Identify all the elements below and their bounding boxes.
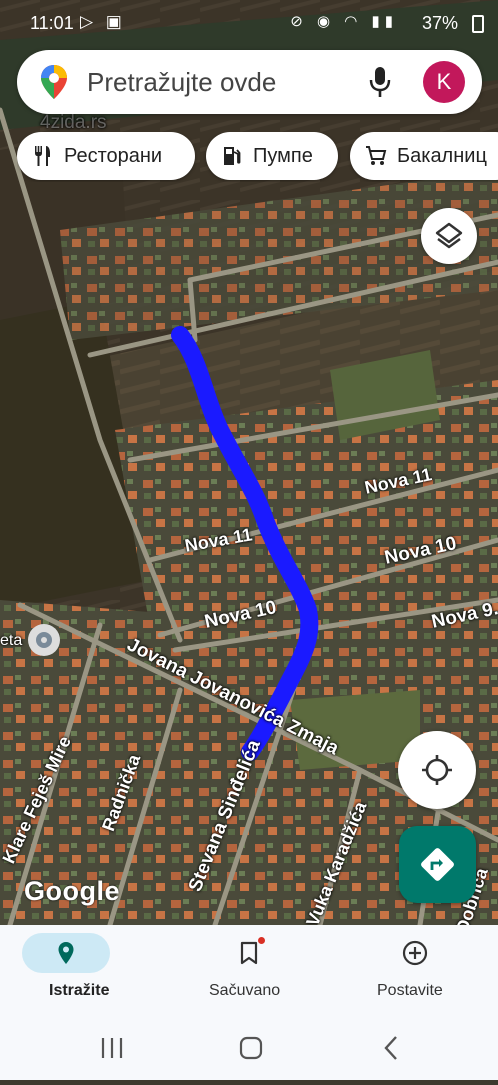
notification-dot — [258, 937, 265, 944]
bottom-navigation: Istražite Sačuvano Postavite — [0, 925, 498, 1028]
fork-knife-icon — [35, 146, 50, 166]
directions-icon — [421, 848, 454, 881]
system-navigation-bar — [0, 1028, 498, 1080]
location-pin-icon — [58, 942, 74, 964]
notification-icons: ▷ ▣ — [80, 12, 126, 31]
signal-icons: ⊘ ◉ ◠ ▮▮ — [290, 13, 398, 30]
directions-button[interactable] — [399, 826, 476, 903]
maps-logo-icon — [41, 65, 67, 99]
search-input[interactable]: Pretražujte ovde — [87, 67, 276, 98]
tab-label: Istražite — [49, 982, 110, 999]
gas-pump-icon — [224, 147, 241, 165]
place-label: eta — [0, 632, 23, 649]
layers-icon — [435, 222, 463, 249]
watermark: 4zida.rs — [40, 112, 107, 133]
tab-contribute[interactable]: Postavite — [332, 925, 498, 1028]
home-icon[interactable] — [239, 1036, 263, 1060]
recents-icon[interactable] — [101, 1038, 123, 1058]
category-chips: Ресторани Пумпе Бакалниц — [17, 132, 498, 182]
status-bar: 11:01 ▷ ▣ ⊘ ◉ ◠ ▮▮ 37% — [0, 0, 498, 48]
chip-label: Ресторани — [64, 145, 163, 167]
back-icon[interactable] — [384, 1036, 397, 1060]
place-marker-icon[interactable] — [28, 624, 60, 656]
my-location-button[interactable] — [398, 731, 476, 809]
chip-label: Пумпе — [253, 145, 313, 167]
battery-level: 37% — [421, 13, 458, 33]
battery-icon — [472, 15, 484, 33]
layers-button[interactable] — [421, 208, 477, 264]
chip-label: Бакалниц — [397, 145, 487, 167]
chip-restaurants[interactable]: Ресторани — [17, 132, 195, 180]
tab-label: Sačuvano — [209, 982, 281, 999]
tab-saved[interactable]: Sačuvano — [166, 925, 332, 1028]
chip-gas-stations[interactable]: Пумпе — [206, 132, 338, 180]
crosshair-icon — [422, 755, 452, 785]
chip-groceries[interactable]: Бакалниц — [350, 132, 498, 180]
tab-explore[interactable]: Istražite — [0, 925, 166, 1028]
search-bar[interactable]: Pretražujte ovde K — [17, 50, 482, 114]
tab-label: Postavite — [377, 982, 443, 999]
add-circle-icon — [402, 940, 428, 966]
account-avatar[interactable]: K — [423, 61, 465, 103]
status-time: 11:01 — [30, 13, 74, 33]
google-attribution: Google — [24, 876, 120, 906]
microphone-icon[interactable] — [369, 66, 391, 98]
cart-icon — [366, 146, 387, 165]
